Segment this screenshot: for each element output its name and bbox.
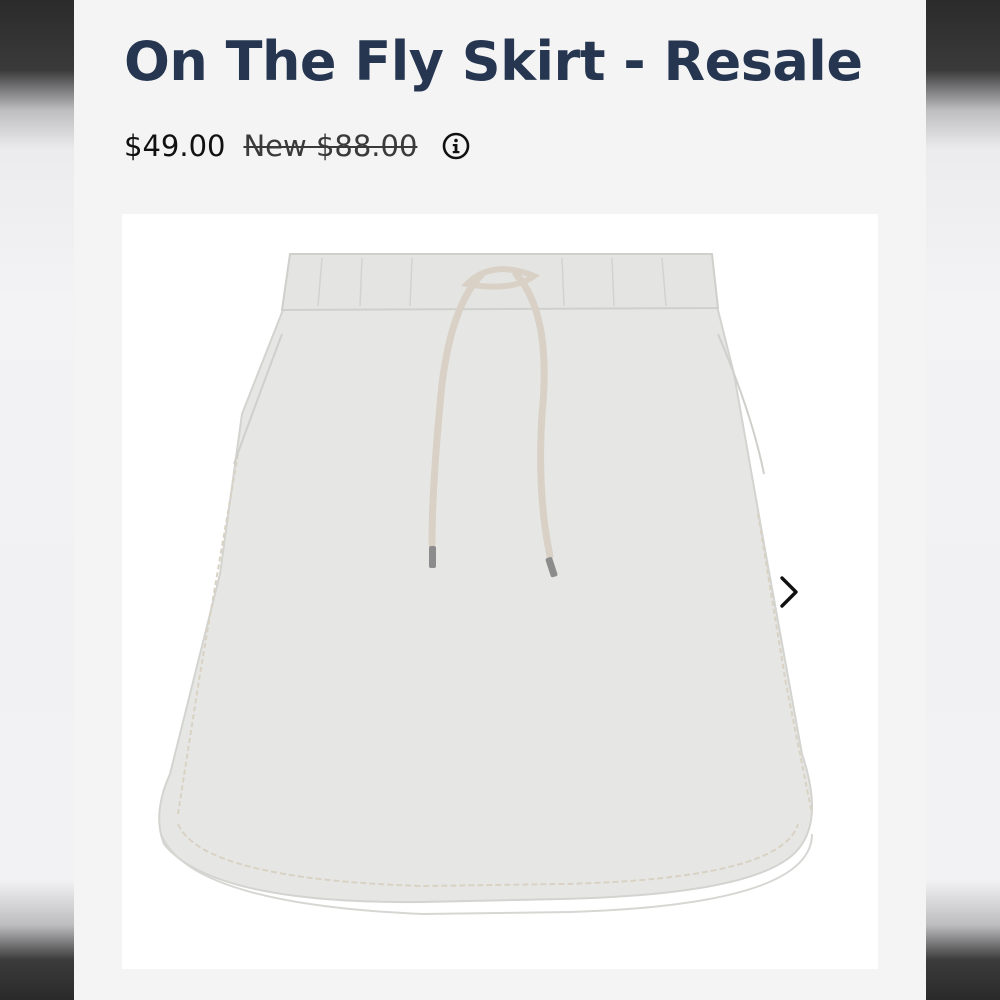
product-image-card[interactable]: [122, 214, 878, 969]
letterbox-left: [0, 0, 74, 1000]
next-image-button[interactable]: [770, 570, 806, 614]
original-price: New $88.00: [243, 129, 418, 163]
product-panel: On The Fly Skirt - Resale $49.00 New $88…: [74, 0, 926, 1000]
skirt-image: [158, 253, 813, 916]
chevron-right-icon: [780, 576, 798, 608]
info-circle-icon[interactable]: [441, 131, 471, 161]
skirt-waistband: [280, 253, 720, 312]
product-title: On The Fly Skirt - Resale: [124, 30, 863, 93]
skirt-body: [158, 290, 813, 904]
sale-price: $49.00: [124, 129, 226, 163]
letterbox-right: [926, 0, 1000, 1000]
price-row: $49.00 New $88.00: [124, 126, 471, 166]
